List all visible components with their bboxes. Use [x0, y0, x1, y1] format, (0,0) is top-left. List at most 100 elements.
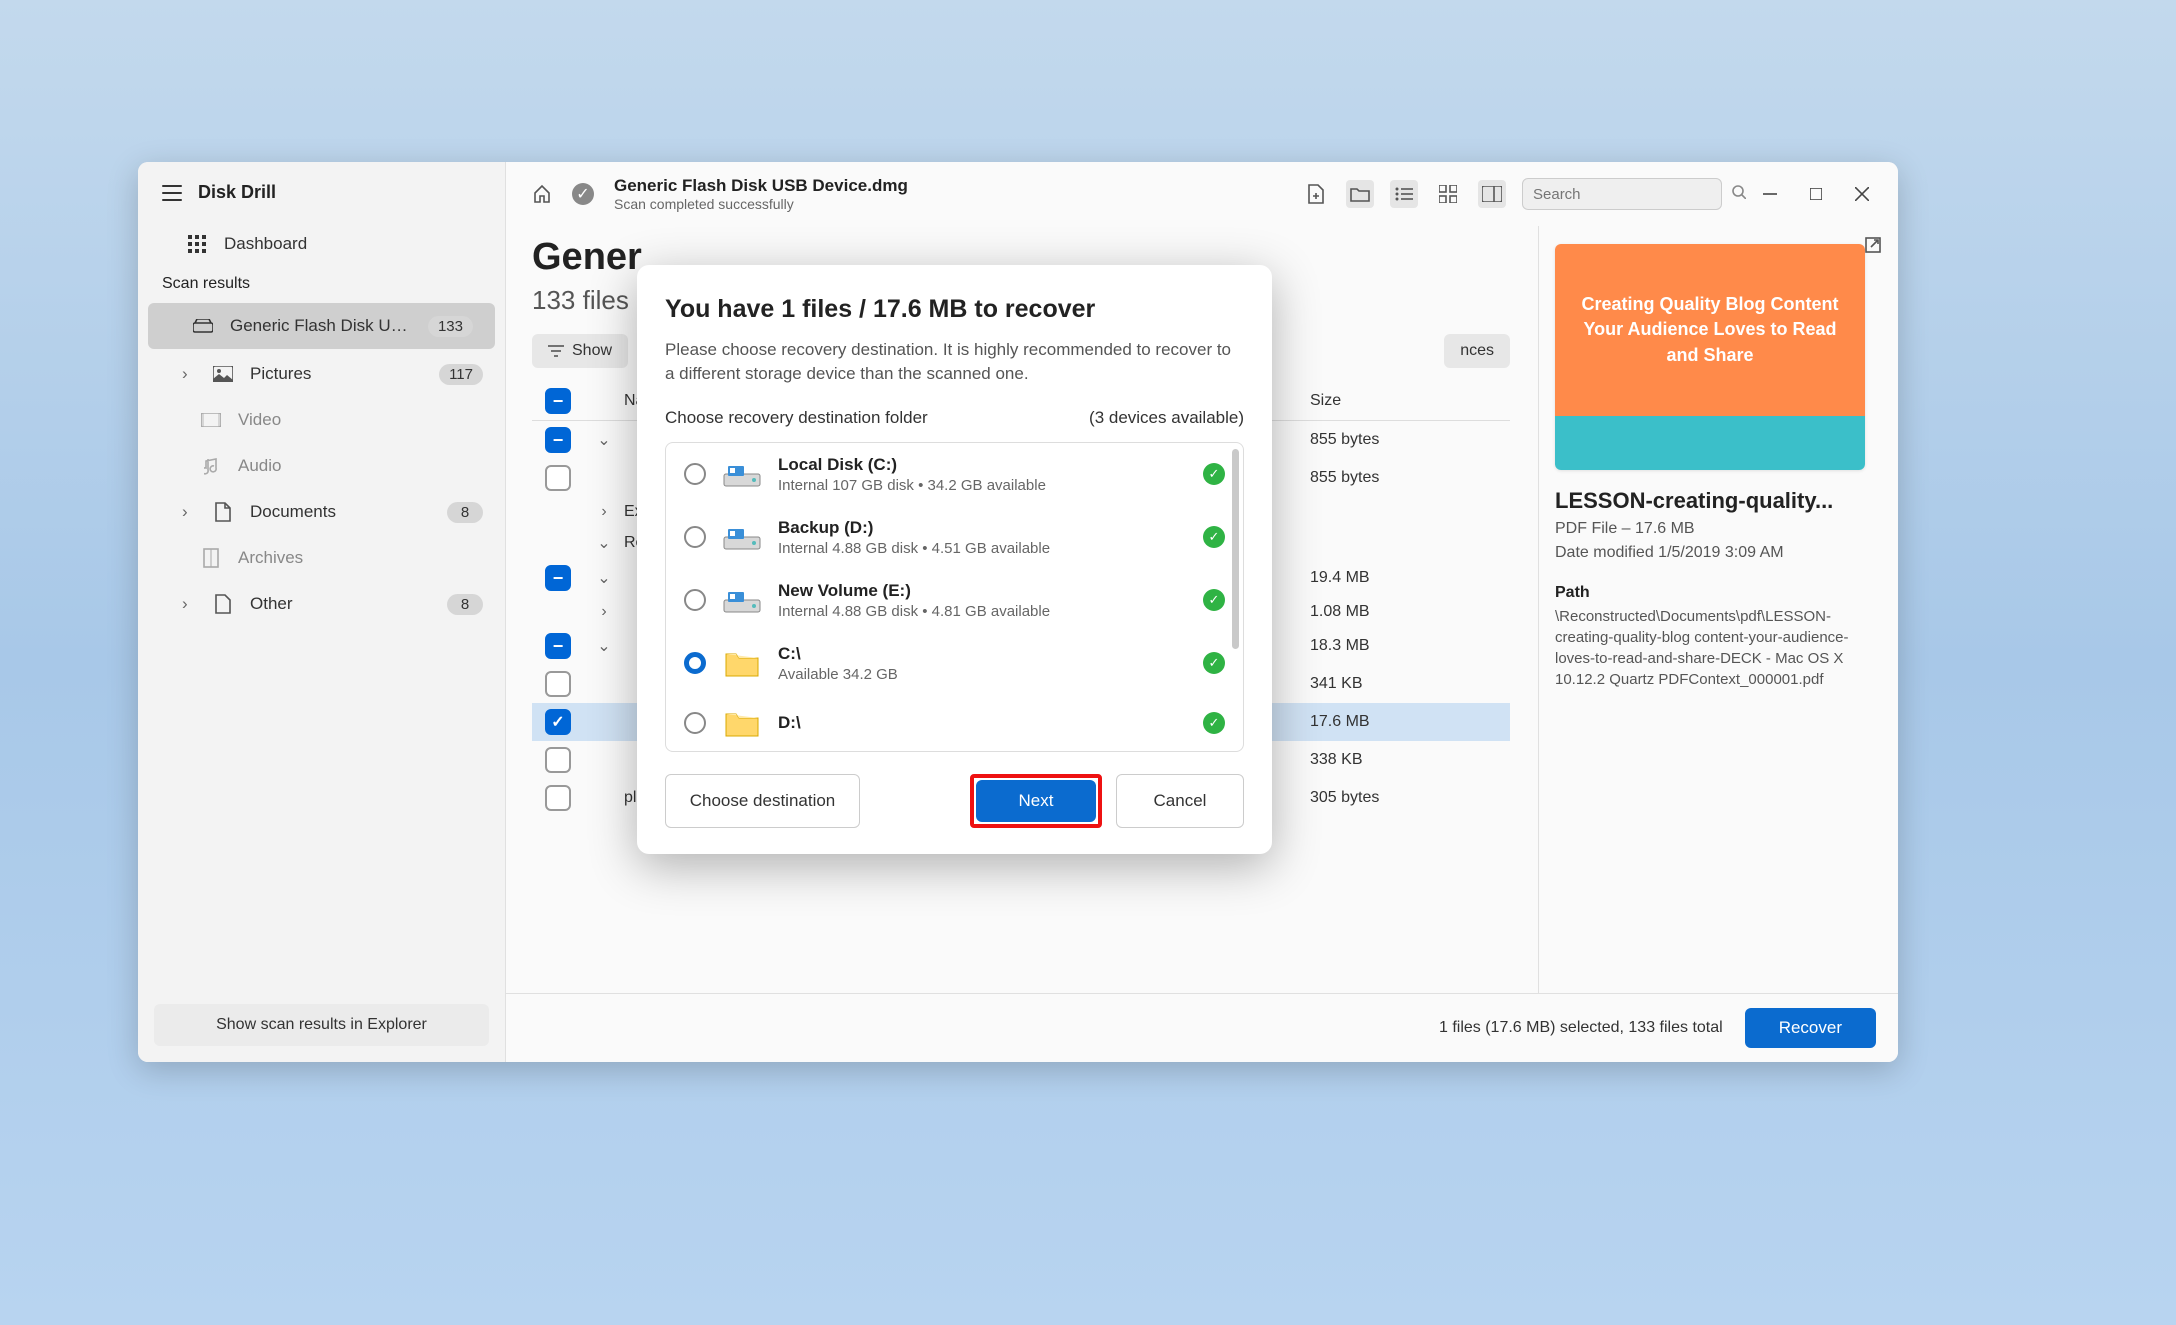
show-in-explorer-button[interactable]: Show scan results in Explorer: [154, 1004, 489, 1046]
details-path: \Reconstructed\Documents\pdf\LESSON-crea…: [1555, 606, 1882, 690]
sidebar-item-archives[interactable]: Archives: [138, 535, 505, 581]
sidebar-dashboard[interactable]: Dashboard: [138, 221, 505, 267]
row-size: 18.3 MB: [1310, 637, 1450, 655]
close-button[interactable]: [1848, 180, 1876, 208]
dialog-title: You have 1 files / 17.6 MB to recover: [665, 295, 1244, 324]
filter-show[interactable]: Show: [532, 334, 628, 368]
toolbar: ✓ Generic Flash Disk USB Device.dmg Scan…: [506, 162, 1898, 226]
row-size: 19.4 MB: [1310, 569, 1450, 587]
image-icon: [212, 363, 234, 385]
sidebar: Disk Drill Dashboard Scan results Generi…: [138, 162, 506, 1062]
folder-icon: [722, 647, 762, 679]
choose-label: Choose recovery destination folder: [665, 408, 928, 428]
destination-radio[interactable]: [684, 652, 706, 674]
open-external-icon[interactable]: [1864, 236, 1882, 259]
archive-icon: [200, 547, 222, 569]
check-icon: ✓: [1203, 652, 1225, 674]
filter-chances[interactable]: nces: [1444, 334, 1510, 368]
sidebar-item-video[interactable]: Video: [138, 397, 505, 443]
document-icon: [212, 501, 234, 523]
row-size: 855 bytes: [1310, 469, 1450, 487]
destination-name: New Volume (E:): [778, 581, 1187, 601]
disk-icon: [722, 458, 762, 490]
row-checkbox[interactable]: [545, 565, 571, 591]
expand-toggle[interactable]: ⌄: [584, 568, 624, 588]
destination-item[interactable]: Local Disk (C:)Internal 107 GB disk • 34…: [666, 443, 1243, 506]
grid-icon: [186, 233, 208, 255]
destination-item[interactable]: D:\ ✓: [666, 695, 1243, 751]
folder-icon[interactable]: [1346, 180, 1374, 208]
search-icon: [1732, 185, 1746, 204]
destination-item[interactable]: C:\Available 34.2 GB✓: [666, 632, 1243, 695]
next-button-highlight: Next: [970, 774, 1102, 828]
row-checkbox[interactable]: [545, 747, 571, 773]
check-icon: ✓: [1203, 712, 1225, 734]
expand-toggle[interactable]: ⌄: [584, 636, 624, 656]
destination-name: D:\: [778, 713, 1187, 733]
row-checkbox[interactable]: [545, 633, 571, 659]
details-meta: PDF File – 17.6 MB: [1555, 520, 1882, 538]
recovery-destination-dialog: You have 1 files / 17.6 MB to recover Pl…: [637, 265, 1272, 854]
row-checkbox[interactable]: [545, 671, 571, 697]
cancel-button[interactable]: Cancel: [1116, 774, 1244, 828]
sidebar-item-other[interactable]: › Other 8: [138, 581, 505, 627]
maximize-button[interactable]: [1802, 180, 1830, 208]
expand-toggle[interactable]: ⌄: [584, 533, 624, 553]
dialog-description: Please choose recovery destination. It i…: [665, 338, 1244, 386]
scrollbar[interactable]: [1232, 449, 1239, 649]
destination-radio[interactable]: [684, 463, 706, 485]
row-size: 17.6 MB: [1310, 713, 1450, 731]
row-size: 338 KB: [1310, 751, 1450, 769]
check-icon: ✓: [1203, 526, 1225, 548]
row-size: 1.08 MB: [1310, 603, 1450, 621]
destination-radio[interactable]: [684, 589, 706, 611]
file-add-icon[interactable]: [1302, 180, 1330, 208]
expand-toggle[interactable]: ›: [584, 503, 624, 521]
details-path-label: Path: [1555, 584, 1882, 602]
details-date: Date modified 1/5/2019 3:09 AM: [1555, 544, 1882, 562]
sidebar-section-label: Scan results: [138, 267, 505, 301]
expand-toggle[interactable]: ⌄: [584, 430, 624, 450]
disk-icon: [192, 315, 214, 337]
breadcrumb-subtitle: Scan completed successfully: [614, 196, 1286, 212]
destination-sub: Internal 107 GB disk • 34.2 GB available: [778, 477, 1187, 494]
row-checkbox[interactable]: [545, 465, 571, 491]
search-input[interactable]: [1522, 178, 1722, 210]
destination-sub: Internal 4.88 GB disk • 4.81 GB availabl…: [778, 603, 1187, 620]
destination-radio[interactable]: [684, 712, 706, 734]
next-button[interactable]: Next: [976, 780, 1096, 822]
choose-destination-button[interactable]: Choose destination: [665, 774, 860, 828]
sidebar-item-device[interactable]: Generic Flash Disk USB... 133: [148, 303, 495, 349]
sidebar-item-pictures[interactable]: › Pictures 117: [138, 351, 505, 397]
destination-list[interactable]: Local Disk (C:)Internal 107 GB disk • 34…: [665, 442, 1244, 752]
sidebar-item-audio[interactable]: Audio: [138, 443, 505, 489]
folder-icon: [722, 707, 762, 739]
video-icon: [200, 409, 222, 431]
devices-count: (3 devices available): [1089, 408, 1244, 428]
select-all-checkbox[interactable]: [545, 388, 571, 414]
audio-icon: [200, 455, 222, 477]
destination-sub: Available 34.2 GB: [778, 666, 1187, 683]
selection-status: 1 files (17.6 MB) selected, 133 files to…: [1439, 1019, 1723, 1037]
expand-toggle[interactable]: ›: [584, 603, 624, 621]
home-icon[interactable]: [528, 180, 556, 208]
destination-sub: Internal 4.88 GB disk • 4.51 GB availabl…: [778, 540, 1187, 557]
chevron-right-icon: ›: [182, 502, 196, 522]
row-checkbox[interactable]: [545, 709, 571, 735]
minimize-button[interactable]: [1756, 180, 1784, 208]
sidebar-item-documents[interactable]: › Documents 8: [138, 489, 505, 535]
row-checkbox[interactable]: [545, 427, 571, 453]
destination-item[interactable]: Backup (D:)Internal 4.88 GB disk • 4.51 …: [666, 506, 1243, 569]
menu-icon[interactable]: [162, 185, 182, 201]
recover-button[interactable]: Recover: [1745, 1008, 1876, 1048]
row-checkbox[interactable]: [545, 785, 571, 811]
check-icon: ✓: [1203, 463, 1225, 485]
grid-view-icon[interactable]: [1434, 180, 1462, 208]
panel-toggle-icon[interactable]: [1478, 180, 1506, 208]
check-icon: ✓: [1203, 589, 1225, 611]
list-view-icon[interactable]: [1390, 180, 1418, 208]
destination-radio[interactable]: [684, 526, 706, 548]
app-title: Disk Drill: [198, 182, 276, 203]
details-panel: Creating Quality Blog Content Your Audie…: [1538, 226, 1898, 993]
destination-item[interactable]: New Volume (E:) Internal 4.88 GB disk • 4…: [666, 569, 1243, 632]
